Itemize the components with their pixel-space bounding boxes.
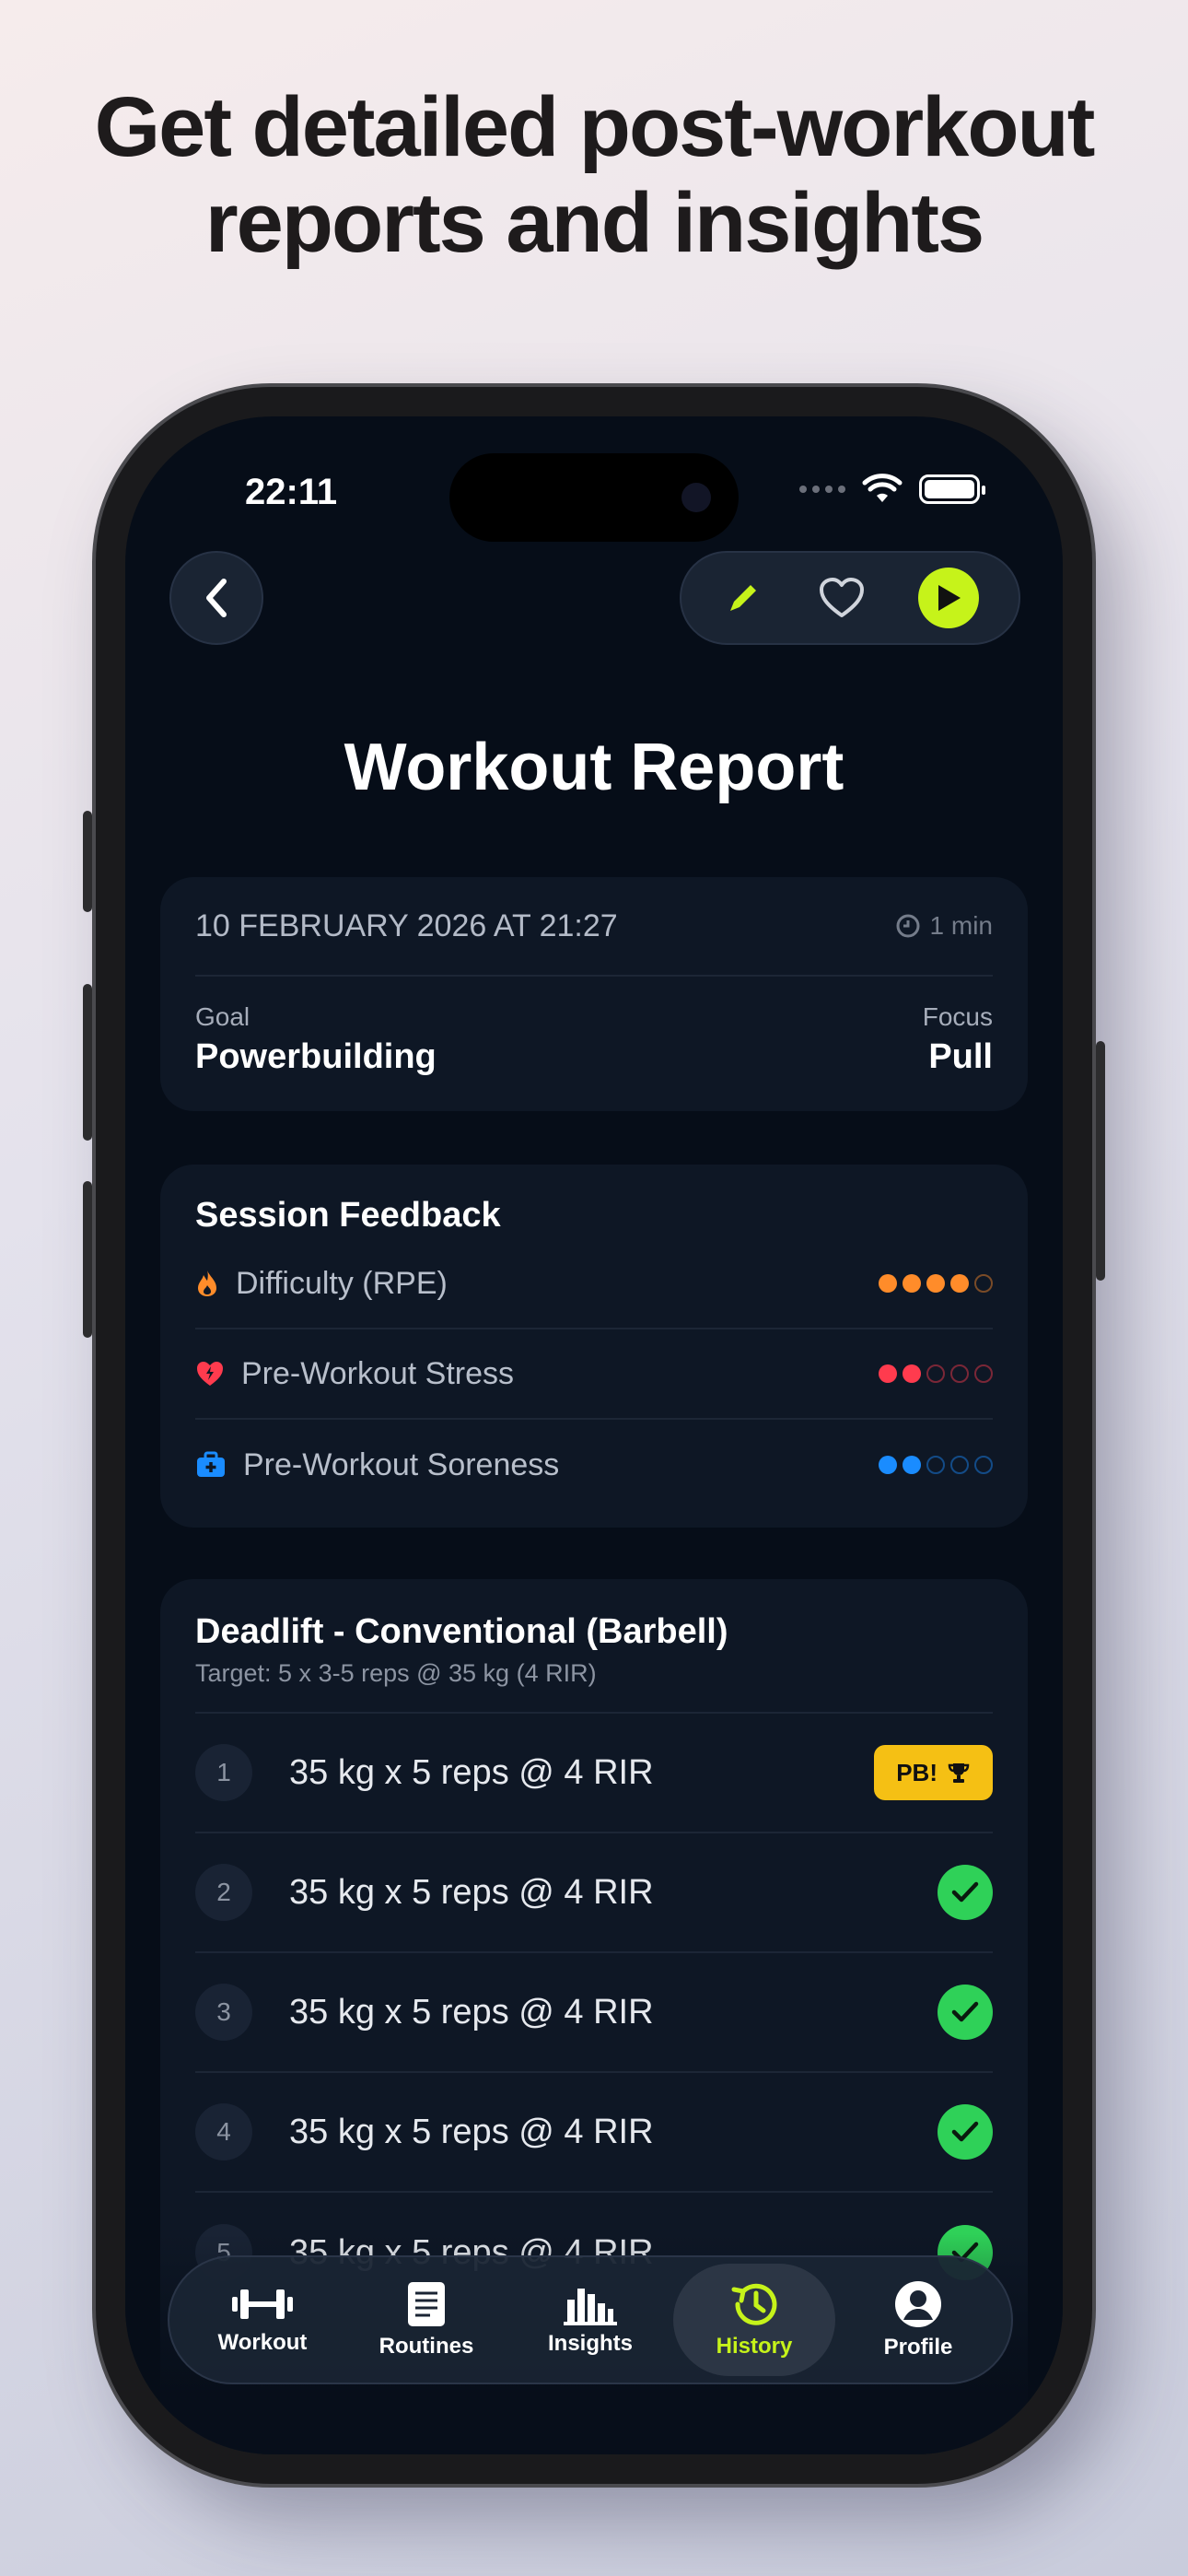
- rating-dot-filled: [903, 1456, 921, 1474]
- summary-card: 10 FEBRUARY 2026 AT 21:27 1 min Goal Pow…: [160, 877, 1028, 1111]
- feedback-label: Difficulty (RPE): [236, 1265, 448, 1301]
- action-button: [83, 811, 92, 912]
- heart-icon[interactable]: [819, 577, 865, 619]
- checkmark-icon: [938, 2104, 993, 2160]
- rating-dot-empty: [950, 1364, 969, 1383]
- history-icon: [731, 2283, 777, 2325]
- duration-value: 1 min: [929, 911, 993, 940]
- goal-value: Powerbuilding: [195, 1037, 437, 1076]
- set-number: 3: [195, 1984, 252, 2041]
- rating-dot-filled: [879, 1364, 897, 1383]
- pb-label: PB!: [896, 1758, 938, 1786]
- rating-dot-filled: [903, 1274, 921, 1293]
- volume-up-button: [83, 984, 92, 1141]
- tab-label: Insights: [547, 2331, 633, 2356]
- exercise-name: Deadlift - Conventional (Barbell): [195, 1612, 728, 1651]
- signal-icon: [799, 486, 845, 493]
- feedback-row-soreness: Pre-Workout Soreness: [195, 1420, 993, 1510]
- checkmark-icon: [938, 1985, 993, 2040]
- rating-dot-empty: [926, 1456, 945, 1474]
- duration: 1 min: [895, 911, 993, 941]
- set-row: 2 35 kg x 5 reps @ 4 RIR: [195, 1833, 993, 1953]
- back-button[interactable]: [169, 551, 263, 645]
- feedback-label: Pre-Workout Soreness: [243, 1446, 560, 1482]
- chevron-left-icon: [206, 579, 227, 617]
- volume-down-button: [83, 1181, 92, 1338]
- rating-dot-filled: [879, 1456, 897, 1474]
- set-row: 3 35 kg x 5 reps @ 4 RIR: [195, 1953, 993, 2073]
- feedback-label: Pre-Workout Stress: [241, 1355, 515, 1391]
- medkit-icon: [197, 1451, 225, 1477]
- bar-chart-icon: [564, 2289, 617, 2325]
- set-row: 4 35 kg x 5 reps @ 4 RIR: [195, 2073, 993, 2193]
- set-detail: 35 kg x 5 reps @ 4 RIR: [289, 1752, 654, 1792]
- rating-dot-filled: [950, 1274, 969, 1293]
- workout-date: 10 FEBRUARY 2026 AT 21:27: [195, 907, 618, 943]
- rating-dot-empty: [974, 1456, 993, 1474]
- set-row: 1 35 kg x 5 reps @ 4 RIR PB!: [195, 1714, 993, 1833]
- exercise-target: Target: 5 x 3-5 reps @ 35 kg (4 RIR): [195, 1659, 993, 1714]
- rating-dot-empty: [926, 1364, 945, 1383]
- tab-label: Routines: [379, 2334, 474, 2359]
- wifi-icon: [862, 474, 903, 502]
- feedback-row-difficulty: Difficulty (RPE): [195, 1239, 993, 1329]
- set-detail: 35 kg x 5 reps @ 4 RIR: [289, 1992, 654, 2032]
- feedback-row-stress: Pre-Workout Stress: [195, 1329, 993, 1420]
- power-button: [1096, 1041, 1105, 1281]
- action-pill: [680, 551, 1020, 645]
- dumbbell-icon: [232, 2289, 293, 2319]
- page-title: Workout Report: [344, 731, 844, 804]
- session-feedback-card: Session Feedback Difficulty (RPE) Pre-Wo…: [160, 1165, 1028, 1528]
- trophy-icon: [948, 1763, 970, 1783]
- play-button[interactable]: [918, 568, 979, 628]
- rating-dot-empty: [974, 1364, 993, 1383]
- rating-dots: [879, 1364, 993, 1383]
- headline: Get detailed post-workout reports and in…: [94, 80, 1096, 270]
- rating-dot-empty: [950, 1456, 969, 1474]
- dynamic-island: [449, 453, 739, 542]
- goal-label: Goal: [195, 1002, 250, 1031]
- tab-history[interactable]: History: [673, 2264, 835, 2376]
- set-detail: 35 kg x 5 reps @ 4 RIR: [289, 1872, 654, 1912]
- tab-insights[interactable]: Insights: [509, 2264, 671, 2376]
- app-screen: 22:11 Workout Report 10 FEBRUARY 2026 AT…: [125, 416, 1063, 2454]
- flame-icon: [198, 1270, 216, 1296]
- rating-dot-filled: [879, 1274, 897, 1293]
- pencil-icon[interactable]: [721, 576, 765, 620]
- rating-dot-empty: [974, 1274, 993, 1293]
- set-number: 2: [195, 1864, 252, 1921]
- tab-workout[interactable]: Workout: [181, 2264, 344, 2376]
- clock-icon: [896, 914, 920, 938]
- rating-dot-filled: [903, 1364, 921, 1383]
- tab-bar: Workout Routines Insights History Profil…: [168, 2255, 1013, 2384]
- tab-label: History: [716, 2334, 793, 2359]
- tab-routines[interactable]: Routines: [345, 2264, 507, 2376]
- checkmark-icon: [938, 1865, 993, 1920]
- tab-label: Workout: [217, 2330, 308, 2355]
- rating-dot-filled: [926, 1274, 945, 1293]
- heart-bolt-icon: [197, 1362, 223, 1386]
- set-number: 4: [195, 2103, 252, 2160]
- profile-icon: [895, 2281, 941, 2327]
- set-number: 1: [195, 1744, 252, 1801]
- battery-icon: [919, 474, 985, 504]
- set-detail: 35 kg x 5 reps @ 4 RIR: [289, 2112, 654, 2151]
- status-time: 22:11: [245, 472, 338, 512]
- rating-dots: [879, 1274, 993, 1293]
- focus-value: Pull: [928, 1037, 993, 1076]
- play-icon: [938, 585, 961, 611]
- tab-label: Profile: [883, 2335, 953, 2359]
- feedback-title: Session Feedback: [195, 1196, 501, 1235]
- pb-badge: PB!: [874, 1745, 993, 1800]
- clipboard-icon: [408, 2282, 445, 2326]
- focus-label: Focus: [922, 1002, 993, 1031]
- status-indicators: [799, 474, 985, 505]
- phone-frame: 22:11 Workout Report 10 FEBRUARY 2026 AT…: [83, 387, 1105, 2484]
- rating-dots: [879, 1456, 993, 1474]
- tab-profile[interactable]: Profile: [837, 2264, 999, 2376]
